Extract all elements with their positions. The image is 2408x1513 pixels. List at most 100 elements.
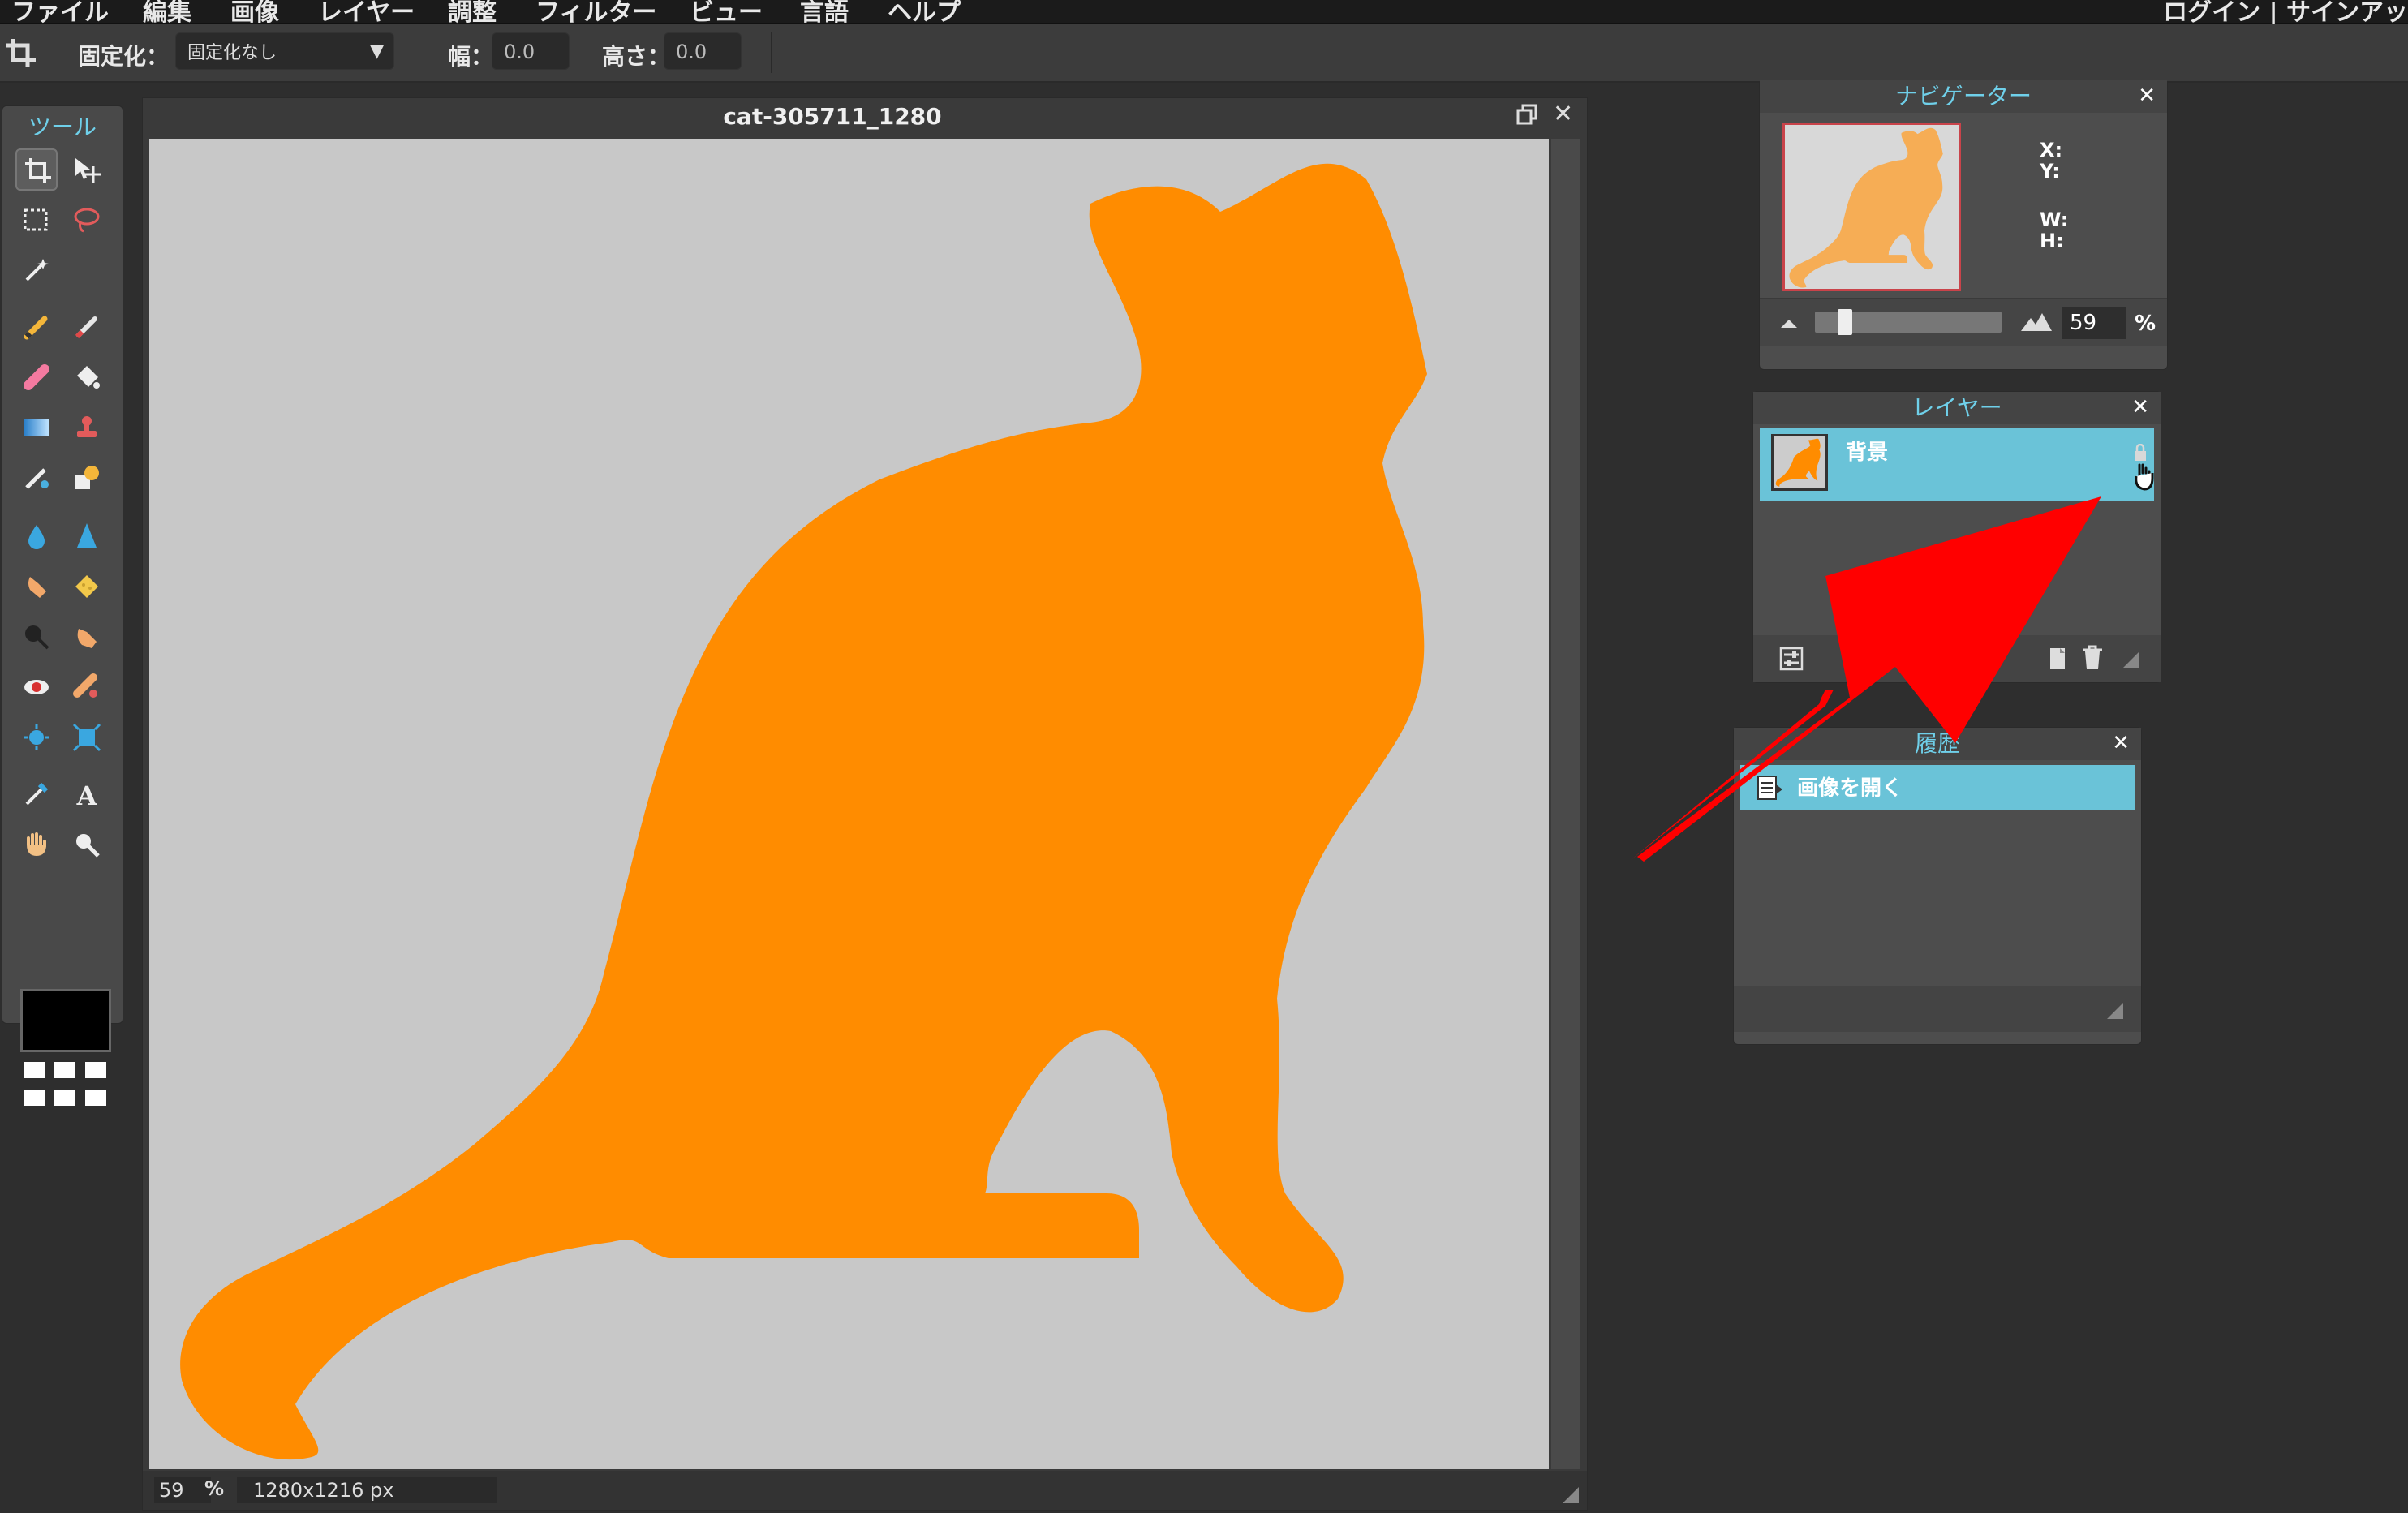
color-replace-tool[interactable] (15, 457, 58, 499)
menu-language[interactable]: 言語 (800, 0, 849, 28)
bloat-tool[interactable] (15, 716, 58, 759)
shape-tool[interactable] (66, 457, 108, 499)
red-eye-tool[interactable] (15, 666, 58, 708)
magic-wand-icon (25, 259, 49, 282)
shape-icon (75, 466, 99, 489)
layer-settings-icon[interactable] (1779, 647, 1804, 674)
menu-image[interactable]: 画像 (230, 0, 279, 28)
layer-name: 背景 (1846, 441, 1889, 465)
navigator-zoom-unit: % (2135, 312, 2156, 336)
dodge-tool[interactable] (15, 616, 58, 658)
restore-icon[interactable] (1516, 103, 1540, 134)
canvas-window: cat-305711_1280 ✕ 59 % 1280x1216 px (142, 97, 1588, 1511)
close-icon[interactable]: ✕ (2131, 395, 2149, 419)
burn-icon (77, 629, 97, 648)
paint-bucket-tool[interactable] (66, 356, 108, 398)
options-divider (771, 32, 772, 73)
color-picker-tool[interactable] (15, 773, 58, 815)
canvas-footer: 59 % 1280x1216 px (143, 1471, 1587, 1510)
canvas-area[interactable] (149, 139, 1549, 1469)
w-label: W: (2040, 208, 2069, 231)
close-icon[interactable]: ✕ (2112, 731, 2130, 755)
marquee-tool[interactable] (15, 199, 58, 241)
smudge-tool[interactable] (15, 565, 58, 608)
brush-icon (75, 316, 97, 339)
menu-adjust[interactable]: 調整 (448, 0, 497, 28)
menu-help[interactable]: ヘルプ (888, 0, 961, 28)
cat-silhouette (180, 163, 1428, 1460)
sponge-icon (75, 575, 98, 598)
grid-view-icon[interactable] (24, 1062, 106, 1111)
clone-stamp-tool[interactable] (66, 406, 108, 449)
canvas-title: cat-305711_1280 (723, 103, 942, 130)
resize-handle-icon[interactable] (2105, 1001, 2125, 1024)
navigator-title: ナビゲーター (1760, 80, 2167, 113)
trash-icon[interactable] (2081, 645, 2104, 674)
crop-tool[interactable] (15, 148, 58, 191)
vertical-scrollbar[interactable] (1551, 139, 1580, 1469)
navigator-panel: ナビゲーター ✕ X: Y: W: H: 59 % (1759, 80, 2168, 370)
close-icon[interactable]: ✕ (1553, 100, 1573, 128)
layers-panel: レイヤー ✕ 背景 (1752, 391, 2161, 683)
clone-stamp-icon (77, 416, 97, 437)
type-tool[interactable]: A (66, 773, 108, 815)
spot-heal-tool[interactable] (66, 666, 108, 708)
pinch-icon (72, 723, 101, 752)
fix-label: 固定化： (78, 43, 170, 70)
pencil-tool[interactable] (15, 306, 58, 348)
auth-links[interactable]: ログイン | サインアッ (2163, 0, 2408, 28)
fix-select[interactable]: 固定化なし ▼ (175, 32, 394, 70)
lasso-tool[interactable] (66, 199, 108, 241)
hand-cursor-icon (2131, 462, 2156, 494)
pinch-tool[interactable] (66, 716, 108, 759)
menu-filter[interactable]: フィルター (535, 0, 656, 28)
gradient-tool[interactable] (15, 406, 58, 449)
layer-item[interactable]: 背景 (1760, 428, 2154, 501)
width-input[interactable]: 0.0 (492, 32, 570, 70)
magic-wand-tool[interactable] (15, 249, 58, 291)
close-icon[interactable]: ✕ (2138, 84, 2156, 108)
crop-tool-icon (5, 37, 37, 70)
svg-text:A: A (76, 780, 98, 809)
history-panel: 履歴 ✕ 画像を開く (1733, 727, 2142, 1045)
history-document-icon (1757, 775, 1784, 804)
history-item[interactable]: 画像を開く (1740, 765, 2135, 810)
zoom-tool[interactable] (66, 823, 108, 866)
menu-edit[interactable]: 編集 (143, 0, 191, 28)
x-label: X: (2040, 139, 2063, 161)
paint-bucket-icon (77, 366, 100, 389)
brush-tool[interactable] (66, 306, 108, 348)
sponge-tool[interactable] (66, 565, 108, 608)
bloat-icon (24, 724, 49, 750)
menu-file[interactable]: ファイル (11, 0, 109, 28)
navigator-zoom-input[interactable]: 59 (2062, 307, 2126, 339)
navigator-zoom-bar: 59 % (1760, 298, 2167, 346)
sharpen-tool[interactable] (66, 515, 108, 557)
zoom-input[interactable]: 59 (154, 1477, 211, 1503)
eyedropper-icon (25, 782, 49, 806)
blur-tool[interactable] (15, 515, 58, 557)
zoom-out-icon[interactable] (1779, 316, 1799, 333)
zoom-slider-thumb[interactable] (1838, 309, 1852, 335)
menu-view[interactable]: ビュー (690, 0, 763, 28)
navigator-thumbnail[interactable] (1782, 123, 1961, 291)
move-tool[interactable] (66, 148, 108, 191)
hand-tool[interactable] (15, 823, 58, 866)
sharpen-icon (77, 523, 97, 548)
layers-title: レイヤー (1753, 392, 2161, 424)
lasso-icon (74, 208, 100, 233)
eraser-tool[interactable] (15, 356, 58, 398)
menu-bar: ファイル 編集 画像 レイヤー 調整 フィルター ビュー 言語 ヘルプ ログイン… (0, 0, 2408, 27)
color-swatch[interactable] (20, 989, 111, 1052)
resize-handle-icon[interactable] (2122, 650, 2141, 673)
new-layer-icon[interactable] (2047, 647, 2070, 674)
type-icon: A (76, 780, 98, 809)
resize-handle-icon[interactable] (1561, 1485, 1580, 1505)
marquee-icon (24, 208, 48, 231)
zoom-in-icon[interactable] (2019, 310, 2053, 336)
zoom-unit: % (204, 1477, 225, 1500)
history-label: 画像を開く (1797, 776, 1903, 801)
burn-tool[interactable] (66, 616, 108, 658)
menu-layer[interactable]: レイヤー (318, 0, 415, 28)
height-input[interactable]: 0.0 (664, 32, 742, 70)
